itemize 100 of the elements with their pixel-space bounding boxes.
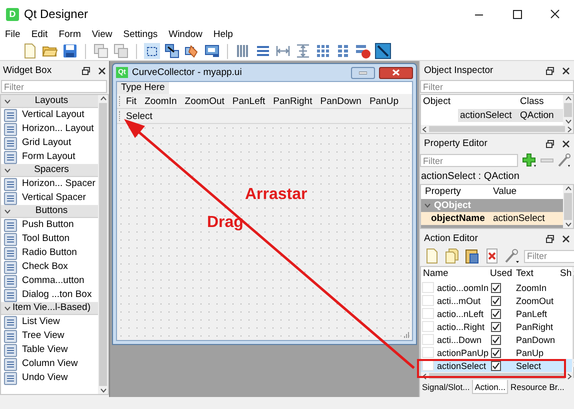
save-icon[interactable]: [62, 43, 78, 59]
widget-item[interactable]: Tool Button: [1, 232, 98, 246]
widget-item[interactable]: Horizon... Layout: [1, 122, 98, 136]
signal-edit-icon[interactable]: [164, 43, 180, 59]
menu-item[interactable]: File: [4, 29, 22, 41]
chevron-down-icon[interactable]: [424, 202, 431, 209]
close-icon[interactable]: [98, 66, 106, 74]
close-icon[interactable]: [562, 234, 570, 242]
split-vertical-icon[interactable]: [295, 43, 311, 59]
widget-item[interactable]: Horizon... Spacer: [1, 177, 98, 191]
widget-item[interactable]: Grid Layout: [1, 136, 98, 150]
action-row[interactable]: acti...mOut ZoomOut: [421, 294, 572, 307]
widget-item[interactable]: Table View: [1, 343, 98, 357]
float-icon[interactable]: [82, 66, 90, 74]
checked-checkbox-icon[interactable]: [491, 282, 501, 292]
checked-checkbox-icon[interactable]: [491, 334, 501, 344]
scroll-down-icon[interactable]: [564, 118, 572, 125]
column-header[interactable]: Value: [489, 186, 517, 198]
scroll-up-icon[interactable]: [564, 95, 572, 102]
dock-tab[interactable]: Action...: [472, 380, 508, 394]
column-header[interactable]: Object: [421, 96, 518, 108]
scroll-left-icon[interactable]: [421, 126, 428, 132]
scroll-up-icon[interactable]: [564, 185, 572, 192]
split-horizontal-icon[interactable]: [275, 43, 291, 59]
column-header[interactable]: Used: [488, 268, 514, 280]
float-icon[interactable]: [546, 66, 554, 74]
chevron-down-icon[interactable]: [4, 166, 11, 174]
tree-row[interactable]: actionSelect QAction: [458, 109, 563, 122]
delete-icon[interactable]: [484, 248, 500, 264]
scroll-right-icon[interactable]: [566, 372, 573, 380]
checked-checkbox-icon[interactable]: [491, 308, 501, 318]
action-row[interactable]: actio...nLeft PanLeft: [421, 307, 572, 320]
property-value[interactable]: actionSelect: [489, 212, 545, 224]
widget-edit-icon[interactable]: [144, 43, 160, 59]
columns-icon[interactable]: [235, 43, 251, 59]
adjust-size-icon[interactable]: [375, 43, 391, 59]
column-header[interactable]: Sh: [558, 268, 572, 280]
close-icon[interactable]: [549, 8, 561, 20]
widget-item[interactable]: Radio Button: [1, 246, 98, 260]
checked-checkbox-icon[interactable]: [491, 360, 501, 370]
add-icon[interactable]: [521, 153, 537, 168]
paste-icon[interactable]: [464, 248, 480, 264]
maximize-icon[interactable]: [511, 8, 523, 20]
close-icon[interactable]: [562, 66, 570, 74]
widget-item[interactable]: Form Layout: [1, 150, 98, 164]
chevron-down-icon[interactable]: [4, 304, 11, 312]
grid-icon[interactable]: [315, 43, 331, 59]
action-row[interactable]: actio...Right PanRight: [421, 320, 572, 333]
category-header[interactable]: Buttons: [1, 205, 98, 218]
action-row[interactable]: actio...oomIn ZoomIn: [421, 281, 572, 294]
action-row[interactable]: acti...Down PanDown: [421, 333, 572, 346]
column-header[interactable]: Class: [518, 96, 544, 108]
toolbar-action[interactable]: PanUp: [366, 94, 402, 108]
close-button[interactable]: [379, 66, 413, 78]
scroll-down-icon[interactable]: [100, 387, 106, 394]
toolbar-action[interactable]: ZoomOut: [182, 94, 228, 108]
form-grid-icon[interactable]: [335, 43, 351, 59]
widget-item[interactable]: Tree View: [1, 329, 98, 343]
column-header[interactable]: Text: [514, 268, 558, 280]
action-row[interactable]: actionPanUp PanUp: [421, 346, 572, 359]
category-header[interactable]: Item Vie...l-Based): [1, 302, 98, 315]
wrench-icon[interactable]: [557, 153, 571, 168]
menu-item[interactable]: Help: [212, 29, 234, 41]
menu-item[interactable]: Form: [58, 29, 82, 41]
toolbar-action[interactable]: ZoomIn: [142, 94, 180, 108]
chevron-down-icon[interactable]: [4, 208, 11, 214]
toolbar-action[interactable]: Fit: [123, 94, 140, 108]
column-header[interactable]: Name: [421, 268, 488, 280]
float-icon[interactable]: [546, 140, 554, 148]
menu-placeholder[interactable]: Type Here: [117, 82, 169, 94]
widget-item[interactable]: Check Box: [1, 260, 98, 274]
widget-item[interactable]: Column View: [1, 357, 98, 371]
widget-item[interactable]: List View: [1, 315, 98, 329]
widget-item[interactable]: Undo View: [1, 371, 98, 385]
float-icon[interactable]: [546, 234, 554, 242]
checked-checkbox-icon[interactable]: [491, 296, 501, 306]
menu-item[interactable]: Edit: [30, 29, 49, 41]
column-header[interactable]: Property: [421, 186, 489, 198]
toolbar-action[interactable]: Select: [123, 110, 156, 122]
menu-item[interactable]: Settings: [122, 29, 159, 41]
widget-item[interactable]: Push Button: [1, 218, 98, 232]
checked-checkbox-icon[interactable]: [491, 322, 501, 332]
tab-order-icon[interactable]: [204, 43, 220, 59]
break-layout-icon[interactable]: [355, 43, 371, 59]
filter-field[interactable]: Filter: [420, 154, 518, 167]
category-header[interactable]: Spacers: [1, 164, 98, 177]
buddy-edit-icon[interactable]: [184, 43, 200, 59]
widget-item[interactable]: Dialog ...ton Box: [1, 288, 98, 302]
rows-icon[interactable]: [255, 43, 271, 59]
widget-item[interactable]: Vertical Layout: [1, 108, 98, 122]
wrench-icon[interactable]: [504, 248, 520, 264]
toolbar-action[interactable]: PanRight: [270, 94, 316, 108]
toolbar-action[interactable]: PanDown: [317, 94, 364, 108]
toolbar-action[interactable]: PanLeft: [229, 94, 268, 108]
chevron-down-icon[interactable]: [4, 98, 11, 104]
menu-item[interactable]: View: [90, 29, 114, 41]
scroll-down-icon[interactable]: [564, 221, 572, 228]
filter-field[interactable]: Filter: [1, 80, 107, 93]
scroll-up-icon[interactable]: [100, 95, 106, 102]
scroll-left-icon[interactable]: [421, 372, 428, 380]
